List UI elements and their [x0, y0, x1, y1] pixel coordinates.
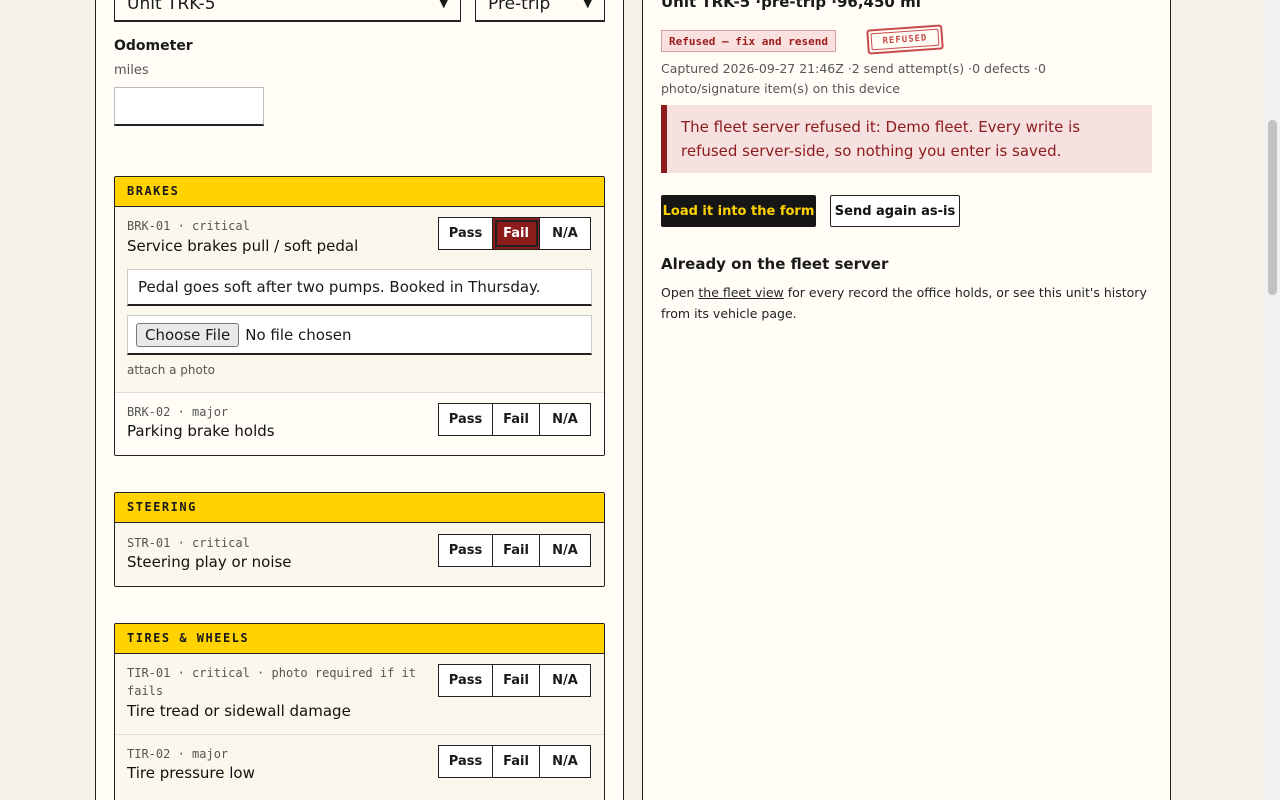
- odometer-input[interactable]: [114, 87, 264, 126]
- fail-button[interactable]: Fail: [493, 404, 540, 435]
- odometer-label: Odometer: [114, 38, 193, 54]
- item-title: Tire tread or sidewall damage: [127, 702, 351, 720]
- server-text: Open the fleet view for every record the…: [661, 282, 1151, 324]
- server-text-pre: Open: [661, 285, 699, 300]
- fail-button[interactable]: Fail: [493, 218, 540, 249]
- photo-file-input[interactable]: Choose File No file chosen: [127, 315, 592, 355]
- defect-note-input[interactable]: Pedal goes soft after two pumps. Booked …: [127, 269, 592, 306]
- load-into-form-button[interactable]: Load it into the form: [661, 195, 816, 227]
- pass-button[interactable]: Pass: [439, 404, 493, 435]
- item-title: Tire pressure low: [127, 764, 255, 782]
- na-button[interactable]: N/A: [540, 535, 590, 566]
- item-title: Parking brake holds: [127, 422, 275, 440]
- na-button[interactable]: N/A: [540, 665, 590, 696]
- checklist-item: TIR-01 · critical · photo required if it…: [115, 654, 604, 735]
- item-code: TIR-02 · major: [127, 747, 229, 761]
- section-brakes: BRAKES BRK-01 · critical Service brakes …: [114, 176, 605, 456]
- result-toggle: Pass Fail N/A: [438, 403, 591, 436]
- checklist-item: BRK-02 · major Parking brake holds Pass …: [115, 393, 604, 455]
- send-again-button[interactable]: Send again as-is: [830, 195, 960, 227]
- result-toggle: Pass Fail N/A: [438, 745, 591, 778]
- pass-button[interactable]: Pass: [439, 746, 493, 777]
- record-title: Unit TRK-5 ·pre-trip ·96,450 mi: [661, 0, 921, 11]
- fail-button[interactable]: Fail: [493, 535, 540, 566]
- choose-file-button[interactable]: Choose File: [136, 322, 240, 347]
- checklist-item: STR-01 · critical Steering play or noise…: [115, 523, 604, 586]
- server-heading: Already on the fleet server: [661, 255, 889, 273]
- trip-type-select-value: Pre-trip: [488, 0, 551, 14]
- section-title: TIRES & WHEELS: [115, 624, 604, 654]
- item-code: BRK-02 · major: [127, 405, 229, 419]
- na-button[interactable]: N/A: [540, 404, 590, 435]
- unit-select[interactable]: Unit TRK-5 ▼: [114, 0, 461, 22]
- na-button[interactable]: N/A: [540, 218, 590, 249]
- trip-type-select[interactable]: Pre-trip ▼: [475, 0, 605, 22]
- odometer-unit-hint: miles: [114, 63, 149, 78]
- checklist-item: BRK-01 · critical Service brakes pull / …: [115, 207, 604, 393]
- stamp-label: REFUSED: [882, 32, 928, 47]
- fleet-view-link[interactable]: the fleet view: [698, 285, 783, 300]
- fail-button[interactable]: Fail: [493, 746, 540, 777]
- pass-button[interactable]: Pass: [439, 218, 493, 249]
- fail-button[interactable]: Fail: [493, 665, 540, 696]
- unit-select-value: Unit TRK-5: [127, 0, 216, 14]
- chevron-down-icon: ▼: [439, 0, 448, 10]
- item-title: Service brakes pull / soft pedal: [127, 237, 359, 255]
- section-steering: STEERING STR-01 · critical Steering play…: [114, 492, 605, 587]
- result-toggle: Pass Fail N/A: [438, 664, 591, 697]
- item-code: TIR-01 · critical · photo required if it…: [127, 666, 416, 698]
- item-title: Steering play or noise: [127, 553, 292, 571]
- item-code: BRK-01 · critical: [127, 219, 250, 233]
- refusal-alert: The fleet server refused it: Demo fleet.…: [661, 105, 1152, 173]
- item-code: STR-01 · critical: [127, 536, 250, 550]
- status-badge: Refused — fix and resend: [661, 30, 836, 52]
- page-scrollbar[interactable]: [1265, 0, 1280, 800]
- pass-button[interactable]: Pass: [439, 535, 493, 566]
- photo-hint: attach a photo: [127, 363, 215, 377]
- chevron-down-icon: ▼: [583, 0, 592, 10]
- section-title: STEERING: [115, 493, 604, 523]
- record-meta: Captured 2026-09-27 21:46Z ·2 send attem…: [661, 61, 1046, 96]
- pass-button[interactable]: Pass: [439, 665, 493, 696]
- scrollbar-thumb[interactable]: [1268, 120, 1277, 295]
- section-tires-wheels: TIRES & WHEELS TIR-01 · critical · photo…: [114, 623, 605, 800]
- checklist-item: TIR-02 · major Tire pressure low Pass Fa…: [115, 735, 604, 798]
- file-status: No file chosen: [245, 325, 352, 344]
- result-toggle: Pass Fail N/A: [438, 534, 591, 567]
- na-button[interactable]: N/A: [540, 746, 590, 777]
- refused-stamp: REFUSED: [866, 24, 944, 55]
- result-toggle: Pass Fail N/A: [438, 217, 591, 250]
- section-title: BRAKES: [115, 177, 604, 207]
